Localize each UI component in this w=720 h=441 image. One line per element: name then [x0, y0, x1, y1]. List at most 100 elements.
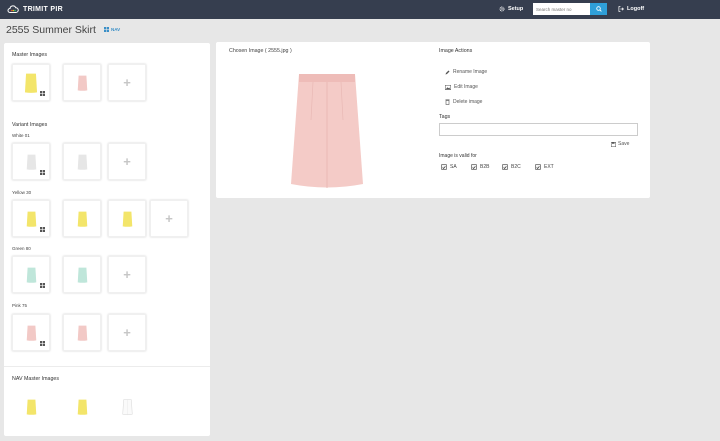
page-title: 2555 Summer Skirt [6, 24, 96, 36]
skirt-image [76, 208, 89, 230]
delete-image-action[interactable]: Delete image [445, 98, 482, 106]
skirt-image [76, 72, 89, 94]
valid-for-label: Image is valid for [439, 153, 477, 159]
variant-label: Yellow 30 [12, 190, 32, 195]
variant-label: Pink 75 [12, 303, 28, 308]
brand-name: TRIMIT PIR [23, 6, 63, 13]
plus-icon: + [123, 325, 131, 340]
edit-image-action[interactable]: Edit Image [445, 83, 478, 91]
top-navbar: TRIMIT PIR Setup Logoff [0, 0, 720, 19]
checkbox-icon [502, 164, 508, 170]
plus-icon: + [123, 154, 131, 169]
chosen-skirt-image[interactable] [287, 70, 367, 192]
variant-image-thumb[interactable] [12, 200, 50, 237]
tags-input[interactable] [439, 123, 638, 136]
add-image-button[interactable]: + [108, 314, 146, 351]
pencil-icon [445, 70, 450, 74]
variant-image-thumb[interactable] [12, 314, 50, 351]
setup-link[interactable]: Setup [499, 4, 523, 14]
nav-master-image[interactable] [108, 388, 146, 425]
images-panel: Master Images + Variant Images White 01 … [4, 43, 210, 436]
nav-badge[interactable]: NAV [104, 27, 120, 32]
nav-master-images-label: NAV Master Images [12, 376, 59, 382]
valid-for-sa-checkbox[interactable]: SA [441, 163, 457, 171]
valid-for-ext-label: EXT [544, 164, 554, 170]
gear-icon [499, 6, 505, 12]
valid-for-sa-label: SA [450, 164, 457, 170]
save-label: Save [618, 141, 630, 147]
variant-image-thumb[interactable] [63, 314, 101, 351]
cloud-logo-icon [7, 4, 19, 13]
valid-for-b2b-checkbox[interactable]: B2B [471, 163, 489, 171]
skirt-image [121, 208, 134, 230]
master-image-thumb[interactable] [63, 64, 101, 101]
logoff-icon [618, 6, 624, 12]
trash-icon [445, 99, 450, 105]
save-icon [611, 141, 616, 147]
skirt-image [25, 396, 38, 418]
variant-images-label: Variant Images [12, 122, 48, 128]
brand[interactable]: TRIMIT PIR [7, 3, 63, 16]
divider [4, 366, 210, 367]
delete-image-label: Delete image [453, 99, 483, 105]
variant-image-thumb[interactable] [108, 200, 146, 237]
save-button[interactable]: Save [611, 140, 629, 148]
add-image-button[interactable]: + [150, 200, 188, 237]
add-image-button[interactable]: + [108, 143, 146, 180]
skirt-image [22, 72, 40, 94]
windows-icon [40, 227, 45, 232]
windows-icon [104, 27, 109, 32]
windows-icon [40, 341, 45, 346]
nav-badge-label: NAV [111, 27, 121, 32]
checkbox-icon [535, 164, 541, 170]
nav-master-image[interactable] [12, 388, 50, 425]
skirt-image [76, 151, 89, 173]
valid-for-b2c-label: B2C [511, 164, 521, 170]
skirt-image [25, 264, 38, 286]
logoff-label: Logoff [627, 6, 645, 12]
variant-image-thumb[interactable] [12, 143, 50, 180]
windows-icon [40, 170, 45, 175]
skirt-image [25, 208, 38, 230]
logoff-link[interactable]: Logoff [618, 4, 644, 14]
nav-master-image[interactable] [63, 388, 101, 425]
skirt-image [25, 151, 38, 173]
image-detail-panel: Chosen Image ( 2555.jpg ) Image Actions … [216, 42, 650, 198]
variant-image-thumb[interactable] [63, 200, 101, 237]
windows-icon [40, 283, 45, 288]
valid-for-b2c-checkbox[interactable]: B2C [502, 163, 521, 171]
variant-label: White 01 [12, 133, 30, 138]
add-image-button[interactable]: + [108, 64, 146, 101]
variant-label: Green 80 [12, 246, 31, 251]
skirt-image [76, 322, 89, 344]
image-actions-title: Image Actions [439, 48, 473, 54]
search-icon [595, 6, 602, 12]
setup-label: Setup [508, 6, 524, 12]
windows-icon [40, 91, 45, 96]
skirt-image [76, 264, 89, 286]
chosen-image-label: Chosen Image ( 2555.jpg ) [229, 48, 292, 54]
skirt-outline-image [122, 398, 132, 415]
master-images-label: Master Images [12, 52, 48, 58]
master-image-thumb[interactable] [12, 64, 50, 101]
valid-for-ext-checkbox[interactable]: EXT [535, 163, 554, 171]
plus-icon: + [123, 267, 131, 282]
rename-image-action[interactable]: Rename Image [445, 68, 487, 76]
skirt-image [76, 396, 89, 418]
skirt-image [25, 322, 38, 344]
add-image-button[interactable]: + [108, 256, 146, 293]
image-icon [445, 84, 451, 90]
checkbox-icon [471, 164, 477, 170]
search-button[interactable] [590, 3, 607, 15]
variant-image-thumb[interactable] [63, 143, 101, 180]
variant-image-thumb[interactable] [12, 256, 50, 293]
plus-icon: + [165, 211, 173, 226]
plus-icon: + [123, 75, 131, 90]
checkbox-icon [441, 164, 447, 170]
tags-label: Tags [439, 114, 451, 120]
valid-for-b2b-label: B2B [480, 164, 490, 170]
search-input[interactable] [533, 3, 590, 15]
variant-image-thumb[interactable] [63, 256, 101, 293]
rename-image-label: Rename Image [453, 69, 488, 75]
edit-image-label: Edit Image [454, 84, 478, 90]
